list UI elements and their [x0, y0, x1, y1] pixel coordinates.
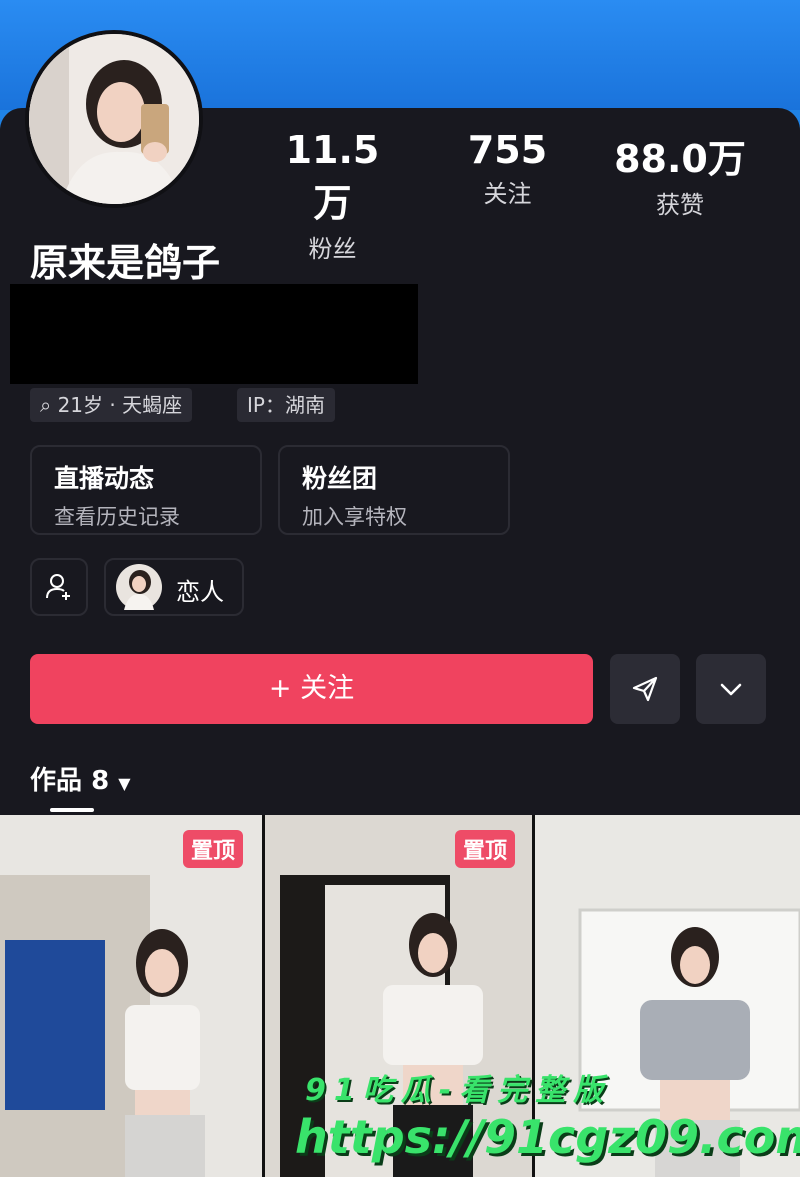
- relation-chip[interactable]: 恋人: [104, 558, 244, 616]
- works-tab[interactable]: 作品 8 ▼: [30, 760, 131, 797]
- username: 原来是鸽子: [30, 241, 221, 285]
- thumbnail-image-1: [0, 815, 262, 1177]
- avatar[interactable]: [25, 30, 203, 208]
- add-user-icon: [46, 574, 70, 600]
- stat-likes-value: 88.0万: [614, 137, 746, 181]
- stat-following-label: 关注: [483, 180, 532, 208]
- stat-following-value: 755: [467, 128, 548, 172]
- fan-club-card[interactable]: 粉丝团 加入享特权: [278, 445, 510, 535]
- watermark-line1: 91吃瓜-看完整版: [305, 1073, 612, 1108]
- redacted-bio: [10, 284, 418, 384]
- send-message-button[interactable]: [610, 654, 680, 724]
- follow-label: 关注: [300, 673, 355, 704]
- video-thumbnail-1[interactable]: 置顶: [0, 815, 262, 1177]
- relation-label: 恋人: [176, 578, 224, 606]
- pinned-badge-2: 置顶: [455, 830, 516, 868]
- pinned-badge-1: 置顶: [183, 830, 244, 868]
- watermark-line2: https://91cgz09.com: [295, 1110, 800, 1164]
- stat-fans-label: 粉丝: [308, 235, 357, 263]
- follow-button[interactable]: + 关注: [30, 654, 593, 724]
- stat-following[interactable]: 755 关注: [450, 128, 565, 209]
- tag-ip: IP：湖南: [237, 388, 335, 422]
- plus-icon: +: [268, 673, 292, 704]
- stat-fans-value: 11.5万: [285, 128, 380, 225]
- live-activity-card[interactable]: 直播动态 查看历史记录: [30, 445, 262, 535]
- live-activity-subtitle: 查看历史记录: [54, 505, 180, 529]
- works-tab-indicator: [50, 808, 94, 812]
- stat-fans[interactable]: 11.5万 粉丝: [270, 128, 395, 264]
- stat-likes[interactable]: 88.0万 获赞: [610, 128, 750, 220]
- works-count: 8: [91, 766, 110, 796]
- add-friend-button[interactable]: [30, 558, 88, 616]
- more-button[interactable]: [696, 654, 766, 724]
- chevron-down-icon: [720, 683, 742, 696]
- avatar-image: [29, 34, 199, 204]
- fan-club-title: 粉丝团: [302, 464, 378, 493]
- tag-age-zodiac: ⌕ 21岁 · 天蝎座: [30, 388, 193, 422]
- search-icon: ⌕: [40, 393, 52, 417]
- fan-club-subtitle: 加入享特权: [302, 505, 407, 529]
- relation-avatar: [116, 564, 162, 610]
- stat-likes-label: 获赞: [656, 191, 704, 219]
- caret-down-icon: ▼: [118, 774, 131, 793]
- works-label: 作品: [30, 766, 83, 796]
- tag-age-zodiac-label: 21岁 · 天蝎座: [57, 393, 183, 417]
- live-activity-title: 直播动态: [54, 464, 155, 493]
- send-icon: [632, 676, 658, 702]
